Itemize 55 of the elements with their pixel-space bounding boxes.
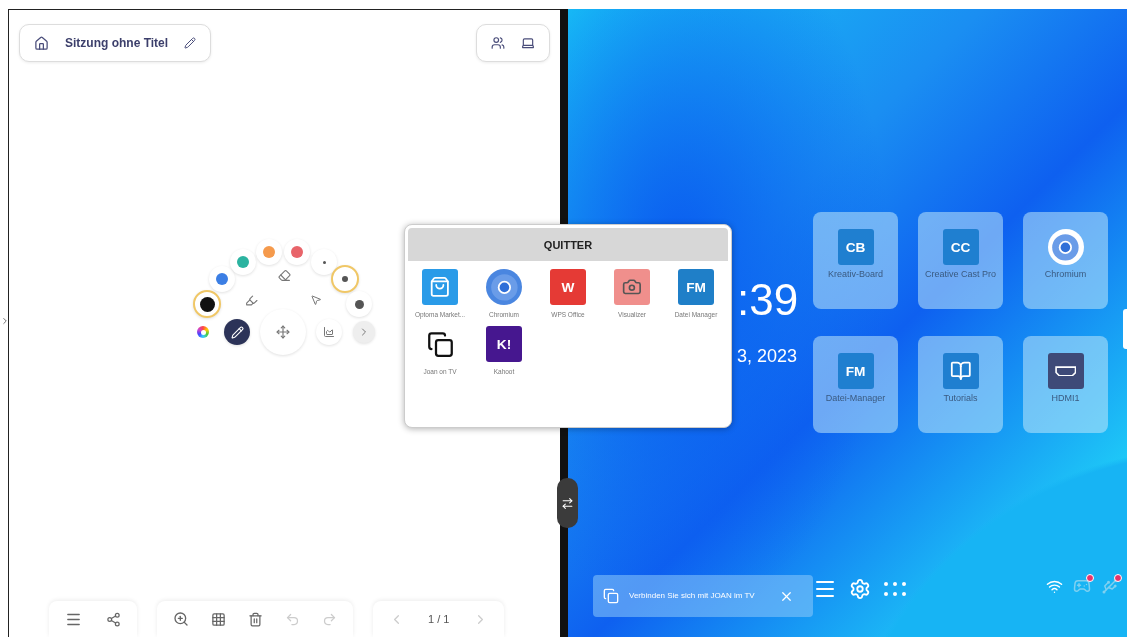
app-tile-label: Tutorials (943, 393, 978, 404)
app-logo-icon: FM (837, 353, 874, 389)
app-tile-label: Chromium (1044, 269, 1087, 280)
popup-title: QUITTER (408, 228, 728, 261)
app-tile[interactable]: Chromium (1023, 212, 1108, 309)
laptop-icon[interactable] (521, 36, 535, 50)
app-tile-label: Datei-Manager (825, 393, 886, 404)
highlighter-icon[interactable] (243, 292, 259, 308)
stroke-size-option[interactable] (331, 265, 359, 293)
app-logo-icon: CB (837, 229, 874, 265)
move-arrows-icon (276, 325, 290, 339)
app-logo-icon: W (550, 269, 586, 305)
app-logo-icon: CC (942, 229, 979, 265)
app-tile[interactable]: CB Kreativ-Board (813, 212, 898, 309)
users-icon[interactable] (491, 36, 505, 50)
pointer-icon[interactable] (308, 292, 324, 308)
usb-icon[interactable] (1101, 577, 1119, 595)
session-title: Sitzung ohne Titel (65, 36, 169, 50)
app-tile-label: HDMI1 (1051, 393, 1080, 404)
trash-icon[interactable] (248, 611, 263, 627)
chart-icon (323, 326, 335, 338)
app-logo-icon: FM (678, 269, 714, 305)
pen-button[interactable] (224, 319, 250, 345)
color-swatch[interactable] (193, 290, 221, 318)
color-swatch[interactable] (256, 239, 282, 265)
color-wheel-icon[interactable] (197, 326, 209, 338)
app-logo-icon: K! (486, 326, 522, 362)
home-icon[interactable] (34, 35, 49, 51)
zoom-in-icon[interactable] (173, 611, 189, 627)
apps-grid-icon[interactable] (883, 581, 907, 597)
grid-icon[interactable] (211, 611, 226, 627)
page-counter: 1 / 1 (428, 613, 450, 625)
gamepad-icon[interactable] (1073, 577, 1091, 595)
overlapping-squares-icon[interactable] (603, 588, 619, 604)
clock-date: 3, 2023 (737, 346, 798, 367)
color-swatch[interactable] (230, 249, 256, 275)
pencil-icon (230, 325, 244, 339)
settings-icon[interactable] (849, 578, 871, 600)
clock-time: :39 (737, 275, 799, 325)
share-icon[interactable] (106, 611, 121, 627)
app-tile[interactable]: CC Creative Cast Pro (918, 212, 1003, 309)
toast-message: Verbinden Sie sich mit JOAN im TV (629, 590, 756, 602)
app-tile[interactable]: Tutorials (918, 336, 1003, 433)
app-tile-label: Creative Cast Pro (925, 269, 996, 280)
swap-handle[interactable] (557, 478, 578, 528)
app-tile-label: Kreativ-Board (828, 269, 883, 280)
chart-button[interactable] (316, 319, 342, 345)
color-swatch[interactable] (209, 266, 235, 292)
pencil-icon[interactable] (184, 37, 197, 49)
stroke-size-option[interactable] (346, 291, 372, 317)
app-tile[interactable]: HDMI1 (1023, 336, 1108, 433)
app-tile[interactable]: FM Datei-Manager (813, 336, 898, 433)
chevron-right-icon[interactable] (0, 316, 10, 326)
color-swatch[interactable] (284, 239, 310, 265)
eraser-icon[interactable] (276, 267, 292, 283)
